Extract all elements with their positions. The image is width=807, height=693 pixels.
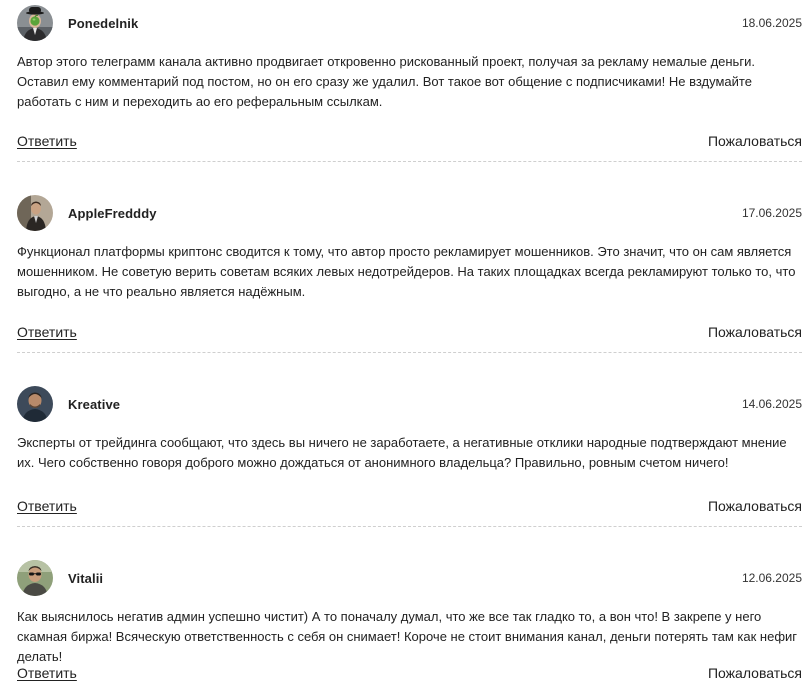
comment-item: Ponedelnik 18.06.2025 Автор этого телегр… [17,0,802,162]
comment-actions: Ответить Пожаловаться [17,498,802,514]
man-in-suit-photo-icon [17,195,53,231]
bowler-hat-apple-portrait-icon [17,5,53,41]
report-link[interactable]: Пожаловаться [708,665,802,681]
reply-link[interactable]: Ответить [17,133,77,149]
report-link[interactable]: Пожаловаться [708,324,802,340]
reply-link[interactable]: Ответить [17,665,77,681]
reply-link[interactable]: Ответить [17,324,77,340]
comment-actions: Ответить Пожаловаться [17,133,802,149]
comment-text: Как выяснилось негатив админ успешно чис… [17,609,798,664]
comment-author: AppleFredddy [68,205,157,221]
comment-date: 14.06.2025 [741,397,802,411]
comment-actions: Ответить Пожаловаться [17,665,802,681]
comment-date: 17.06.2025 [741,206,802,220]
comment-text: Автор этого телеграмм канала активно про… [17,54,755,109]
comment-author: Kreative [68,396,121,412]
comments-list: Ponedelnik 18.06.2025 Автор этого телегр… [0,0,807,693]
comment-date: 18.06.2025 [741,16,802,30]
comment-header: AppleFredddy 17.06.2025 [17,195,802,231]
comment-date: 12.06.2025 [741,571,802,585]
comment-text: Эксперты от трейдинга сообщают, что здес… [17,435,787,470]
man-with-sunglasses-photo-icon [17,560,53,596]
comment-actions: Ответить Пожаловаться [17,324,802,340]
reply-link[interactable]: Ответить [17,498,77,514]
comment-header: Ponedelnik 18.06.2025 [17,5,802,41]
man-portrait-photo-icon [17,386,53,422]
report-link[interactable]: Пожаловаться [708,133,802,149]
comment-text: Функционал платформы криптонс сводится к… [17,244,796,299]
comment-item: Vitalii 12.06.2025 Как выяснилось негати… [17,527,802,693]
comment-item: AppleFredddy 17.06.2025 Функционал платф… [17,162,802,353]
comment-author: Ponedelnik [68,15,139,31]
report-link[interactable]: Пожаловаться [708,498,802,514]
comment-header: Kreative 14.06.2025 [17,386,802,422]
comment-item: Kreative 14.06.2025 Эксперты от трейдинг… [17,353,802,527]
comment-header: Vitalii 12.06.2025 [17,560,802,596]
comment-author: Vitalii [68,570,104,586]
